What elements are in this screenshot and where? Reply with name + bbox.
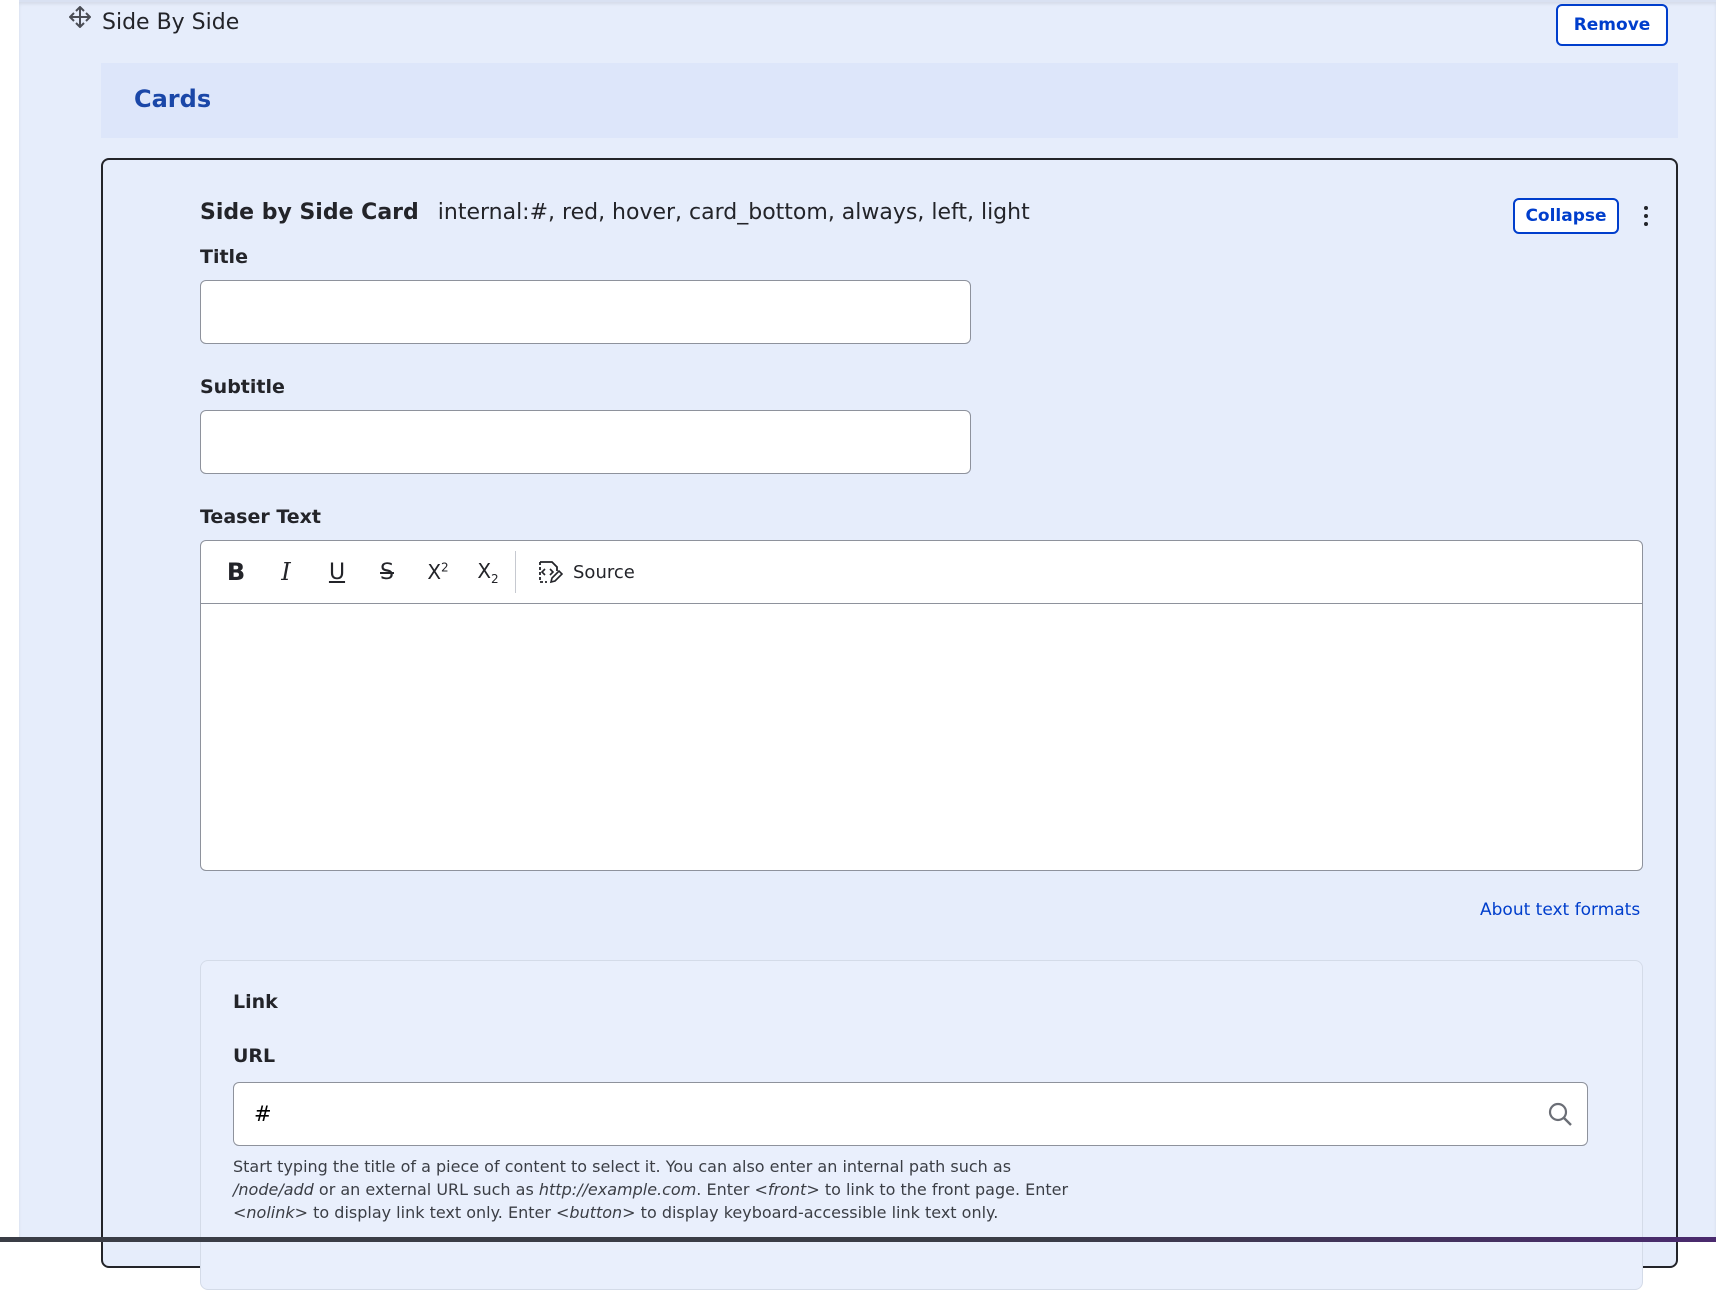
title-input[interactable]	[200, 280, 971, 344]
help-text-example: <nolink>	[233, 1203, 309, 1222]
about-text-formats-link[interactable]: About text formats	[1480, 900, 1640, 920]
cards-section-label: Cards	[134, 85, 212, 113]
subscript-glyph: X	[477, 558, 492, 583]
paragraph-item: Side By Side Remove Cards Side by Side C…	[19, 0, 1716, 1290]
subscript-button[interactable]: X2	[471, 555, 505, 589]
card-type-name: Side by Side Card	[200, 200, 419, 225]
superscript-button[interactable]: X2	[421, 555, 455, 589]
superscript-glyph: X	[427, 560, 442, 584]
help-text-part: to display keyboard-accessible link text…	[635, 1203, 999, 1222]
help-text-part: Start typing the title of a piece of con…	[233, 1157, 1012, 1176]
help-text-example: <front>	[754, 1180, 820, 1199]
teaser-text-editor: B I U S X2 X2 Source	[200, 540, 1643, 871]
url-input[interactable]	[233, 1082, 1588, 1146]
help-text-part: or an external URL such as	[313, 1180, 539, 1199]
drag-handle-icon[interactable]	[69, 6, 91, 28]
window-bottom-edge	[0, 1237, 1716, 1242]
help-text-part: to display link text only. Enter	[308, 1203, 556, 1222]
teaser-text-content-area[interactable]	[201, 605, 1642, 871]
search-icon	[1548, 1102, 1572, 1126]
bold-icon: B	[226, 558, 246, 586]
subtitle-label: Subtitle	[200, 376, 285, 398]
help-text-part: . Enter	[696, 1180, 755, 1199]
url-label: URL	[233, 1045, 276, 1067]
url-help-text: Start typing the title of a piece of con…	[233, 1155, 1073, 1224]
superscript-icon: X2	[427, 560, 448, 584]
source-edit-icon	[539, 561, 563, 584]
underline-icon: U	[328, 559, 346, 585]
strikethrough-button[interactable]: S	[370, 555, 404, 589]
title-label: Title	[200, 246, 248, 268]
help-text-part: to link to the front page. Enter	[819, 1180, 1069, 1199]
italic-icon: I	[281, 558, 291, 586]
more-actions-icon[interactable]	[1633, 200, 1659, 232]
strikethrough-icon: S	[380, 559, 394, 585]
underline-button[interactable]: U	[320, 555, 354, 589]
subscript-mark: 2	[491, 571, 499, 586]
italic-button[interactable]: I	[269, 555, 303, 589]
toolbar-divider	[515, 551, 516, 593]
cards-section-header: Cards	[101, 63, 1678, 138]
help-text-example: <button>	[556, 1203, 636, 1222]
collapse-button[interactable]: Collapse	[1513, 198, 1619, 234]
paragraph-title: Side By Side	[102, 10, 240, 35]
link-section-title: Link	[233, 991, 278, 1013]
help-text-example: http://example.com	[538, 1180, 697, 1199]
editor-toolbar: B I U S X2 X2 Source	[201, 541, 1642, 604]
source-button[interactable]: Source	[537, 555, 637, 589]
side-by-side-card: Side by Side Card internal:#, red, hover…	[101, 158, 1678, 1290]
card-header: Side by Side Card internal:#, red, hover…	[200, 200, 1030, 225]
source-label: Source	[573, 561, 635, 583]
card-summary: internal:#, red, hover, card_bottom, alw…	[437, 200, 1030, 225]
superscript-mark: 2	[441, 560, 449, 575]
bold-button[interactable]: B	[219, 555, 253, 589]
remove-button[interactable]: Remove	[1556, 4, 1668, 46]
subtitle-input[interactable]	[200, 410, 971, 474]
help-text-example: /node/add	[233, 1180, 314, 1199]
subscript-icon: X2	[477, 559, 498, 586]
teaser-text-label: Teaser Text	[200, 506, 321, 528]
